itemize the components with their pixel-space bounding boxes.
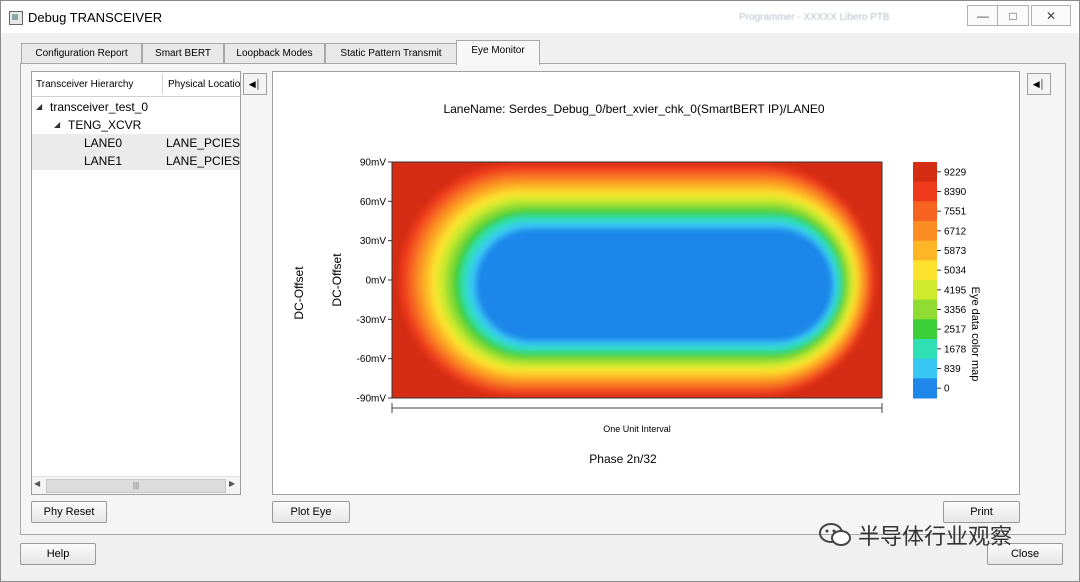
colorbar-segment	[913, 319, 937, 340]
plot-eye-button[interactable]: Plot Eye	[272, 501, 350, 523]
y-axis-label-outer: DC-Offset	[292, 266, 306, 320]
tree-node-location: LANE_PCIESS_	[166, 154, 241, 168]
tree-row-lane1[interactable]: LANE1 LANE_PCIESS_	[32, 152, 240, 170]
colorbar-segment	[913, 181, 937, 202]
tree-header: Transceiver Hierarchy Physical Locatio	[32, 72, 240, 97]
tab-smart-bert[interactable]: Smart BERT	[142, 43, 224, 64]
expand-arrow-icon[interactable]: ◢	[54, 116, 60, 134]
tab-static-pattern-transmit[interactable]: Static Pattern Transmit	[325, 43, 457, 64]
minimize-button[interactable]: —	[967, 5, 999, 26]
tree-node-location: LANE_PCIESS_	[166, 136, 241, 150]
column-header-location[interactable]: Physical Locatio	[168, 79, 240, 90]
colorbar-segment	[913, 162, 937, 183]
tab-loopback-modes[interactable]: Loopback Modes	[224, 43, 325, 64]
tree-row-teng-xcvr[interactable]: ◢ TENG_XCVR	[32, 116, 240, 134]
tree-node-label: LANE0	[84, 136, 123, 150]
y-tick-label: 60mV	[360, 197, 386, 208]
colorbar-label: Eye data color map	[969, 287, 981, 382]
colorbar: 9229839075516712587350344195335625171678…	[913, 162, 967, 399]
y-tick-label: 90mV	[360, 158, 386, 169]
colorbar-tick-label: 7551	[944, 207, 967, 218]
x-axis-label: One Unit Interval	[603, 424, 671, 434]
tree-horizontal-scrollbar[interactable]: ◀ ||| ▶	[32, 476, 240, 494]
close-icon: ✕	[1045, 8, 1057, 23]
column-divider[interactable]	[162, 74, 163, 94]
title-bar: Debug TRANSCEIVER Programmer - XXXXX Lib…	[1, 1, 1079, 33]
maximize-icon: □	[1009, 8, 1017, 23]
eye-heatmap	[392, 162, 882, 398]
tree-row-lane0[interactable]: LANE0 LANE_PCIESS_	[32, 134, 240, 152]
help-button[interactable]: Help	[20, 543, 96, 565]
y-tick-label: 0mV	[365, 276, 386, 287]
y-axis-ticks: 90mV 60mV 30mV 0mV -30mV -60mV -90mV	[357, 158, 392, 405]
watermark-text: 半导体行业观察	[858, 525, 1013, 550]
app-icon	[9, 11, 23, 25]
transceiver-tree[interactable]: Transceiver Hierarchy Physical Locatio ◢…	[31, 71, 241, 495]
colorbar-segment	[913, 378, 937, 399]
y-tick-label: -90mV	[357, 394, 387, 405]
colorbar-tick-label: 1678	[944, 344, 967, 355]
tree-node-label: LANE1	[84, 154, 123, 168]
colorbar-tick-label: 6712	[944, 226, 967, 237]
scrollbar-thumb[interactable]: |||	[46, 479, 226, 493]
colorbar-tick-label: 2517	[944, 325, 967, 336]
colorbar-tick-label: 8390	[944, 187, 967, 198]
expand-arrow-icon[interactable]: ◢	[36, 98, 42, 116]
collapse-left-icon: ◀│	[1032, 78, 1046, 89]
colorbar-tick-label: 5034	[944, 266, 967, 277]
colorbar-segment	[913, 358, 937, 379]
colorbar-segment	[913, 201, 937, 222]
window-title: Debug TRANSCEIVER	[28, 10, 163, 25]
wechat-icon	[819, 523, 851, 546]
colorbar-tick-label: 9229	[944, 167, 967, 178]
tree-node-label: transceiver_test_0	[50, 100, 149, 114]
y-tick-label: 30mV	[360, 236, 386, 247]
scroll-right-arrow-icon[interactable]: ▶	[229, 479, 235, 488]
colorbar-tick-label: 3356	[944, 305, 967, 316]
eye-diagram-chart: LaneName: Serdes_Debug_0/bert_xvier_chk_…	[292, 102, 981, 466]
watermark: 半导体行业观察	[818, 520, 1012, 550]
colorbar-segment	[913, 221, 937, 242]
y-tick-label: -30mV	[357, 315, 387, 326]
colorbar-segment	[913, 240, 937, 261]
eye-plot-area: LaneName: Serdes_Debug_0/bert_xvier_chk_…	[272, 71, 1020, 495]
collapse-left-icon: ◀│	[248, 78, 262, 89]
phy-reset-button[interactable]: Phy Reset	[31, 501, 107, 523]
collapse-tree-button[interactable]: ◀│	[243, 73, 267, 95]
colorbar-segment	[913, 299, 937, 320]
colorbar-tick-label: 839	[944, 364, 961, 375]
tree-row-transceiver-test[interactable]: ◢ transceiver_test_0	[32, 98, 240, 116]
scroll-left-arrow-icon[interactable]: ◀	[34, 479, 40, 488]
background-window-title: Programmer - XXXXX Libero PTB	[739, 12, 890, 23]
colorbar-segment	[913, 280, 937, 301]
close-window-button[interactable]: ✕	[1031, 5, 1071, 26]
tab-configuration-report[interactable]: Configuration Report	[21, 43, 142, 64]
maximize-button[interactable]: □	[997, 5, 1029, 26]
colorbar-tick-label: 4195	[944, 285, 967, 296]
x-caption: Phase 2n/32	[589, 452, 657, 466]
chart-title: LaneName: Serdes_Debug_0/bert_xvier_chk_…	[443, 102, 824, 116]
collapse-panel-button[interactable]: ◀│	[1027, 73, 1051, 95]
eye-contour-level-0	[475, 228, 833, 342]
column-header-hierarchy[interactable]: Transceiver Hierarchy	[36, 79, 133, 90]
tree-node-label: TENG_XCVR	[68, 118, 142, 132]
tab-eye-monitor[interactable]: Eye Monitor	[456, 40, 540, 65]
colorbar-segment	[913, 260, 937, 281]
colorbar-tick-label: 0	[944, 384, 950, 395]
y-axis-label: DC-Offset	[330, 253, 344, 307]
minimize-icon: —	[977, 8, 989, 23]
colorbar-segment	[913, 339, 937, 360]
debug-transceiver-window: Debug TRANSCEIVER Programmer - XXXXX Lib…	[0, 0, 1080, 582]
colorbar-tick-label: 5873	[944, 246, 967, 257]
y-tick-label: -60mV	[357, 354, 387, 365]
